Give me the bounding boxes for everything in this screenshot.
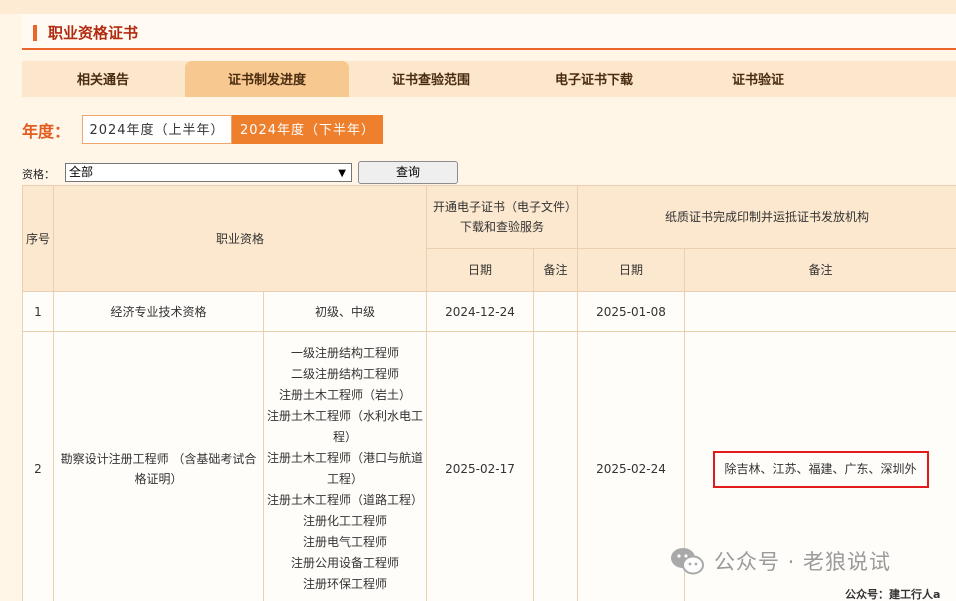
header-qualification: 职业资格	[52, 185, 428, 292]
row-p-date: 2025-02-24	[577, 331, 686, 601]
year-label: 年度：	[22, 122, 71, 141]
title-marker	[33, 25, 37, 41]
query-button[interactable]: 查询	[358, 161, 458, 184]
row-e-date: 2025-02-17	[426, 331, 535, 601]
row-e-note	[533, 291, 579, 332]
header-e-date: 日期	[426, 248, 535, 292]
level-item: 注册电气工程师	[303, 535, 388, 549]
year-option-first-half[interactable]: 2024年度（上半年）	[82, 115, 232, 144]
level-item: 注册公用设备工程师	[291, 556, 400, 570]
tab-verification-scope[interactable]: 证书查验范围	[374, 61, 488, 97]
tab-e-certificate-download[interactable]: 电子证书下载	[536, 61, 652, 97]
level-item: 注册土木工程师（港口与航道工程）	[267, 451, 424, 486]
year-option-second-half[interactable]: 2024年度（下半年）	[232, 115, 383, 144]
header-electronic-service: 开通电子证书（电子文件）下载和查验服务	[426, 185, 579, 249]
qualification-select-value: 全部	[69, 165, 94, 179]
section-title: 职业资格证书	[48, 24, 139, 42]
watermark-text: 公众号 · 老狼说试	[714, 550, 892, 574]
header-p-date: 日期	[577, 248, 686, 292]
level-item: 注册环保工程师	[303, 577, 388, 591]
header-e-note: 备注	[533, 248, 579, 292]
level-item: 注册土木工程师（岩土）	[279, 388, 412, 402]
tab-announcements[interactable]: 相关通告	[52, 61, 154, 97]
table-row: 1 经济专业技术资格 初级、中级 2024-12-24 2025-01-08	[22, 291, 956, 332]
tab-bar: 相关通告 证书制发进度 证书查验范围 电子证书下载 证书验证	[22, 61, 956, 97]
tab-certificate-verify[interactable]: 证书验证	[712, 61, 804, 97]
qualification-filter-label: 资格：	[22, 168, 55, 181]
chevron-down-icon: ▼	[338, 168, 346, 179]
header-seq: 序号	[22, 185, 54, 292]
progress-table: 序号 职业资格 开通电子证书（电子文件）下载和查验服务 纸质证书完成印制并运抵证…	[22, 185, 956, 601]
row-p-note	[684, 291, 956, 332]
level-item: 注册土木工程师（水利水电工程）	[267, 409, 424, 444]
wechat-icon	[671, 548, 704, 575]
row-qualification-name: 经济专业技术资格	[53, 291, 264, 332]
top-strip	[0, 0, 956, 14]
row-p-date: 2025-01-08	[577, 291, 686, 332]
header-p-note: 备注	[684, 248, 956, 292]
row-e-note	[533, 331, 579, 601]
highlighted-note: 除吉林、江苏、福建、广东、深圳外	[712, 450, 929, 488]
level-item: 二级注册结构工程师	[291, 367, 400, 381]
footer-credit: 公众号：建工行人a	[845, 588, 941, 601]
watermark: 公众号 · 老狼说试	[670, 545, 891, 577]
row-qualification-name: 勘察设计注册工程师 （含基础考试合格证明）	[53, 331, 264, 601]
row-e-date: 2024-12-24	[426, 291, 535, 332]
header-paper-certificate: 纸质证书完成印制并运抵证书发放机构	[577, 185, 956, 249]
qualification-select[interactable]: 全部 ▼	[65, 163, 352, 182]
tab-issuance-progress[interactable]: 证书制发进度	[185, 61, 349, 97]
row-levels: 初级、中级	[262, 291, 428, 332]
level-item: 注册化工工程师	[303, 514, 388, 528]
row-levels: 一级注册结构工程师 二级注册结构工程师 注册土木工程师（岩土） 注册土木工程师（…	[262, 331, 428, 601]
row-seq: 2	[22, 331, 54, 601]
level-item: 注册土木工程师（道路工程）	[267, 493, 424, 507]
level-item: 一级注册结构工程师	[291, 346, 400, 360]
section-header: 职业资格证书	[22, 14, 956, 50]
row-seq: 1	[22, 291, 54, 332]
